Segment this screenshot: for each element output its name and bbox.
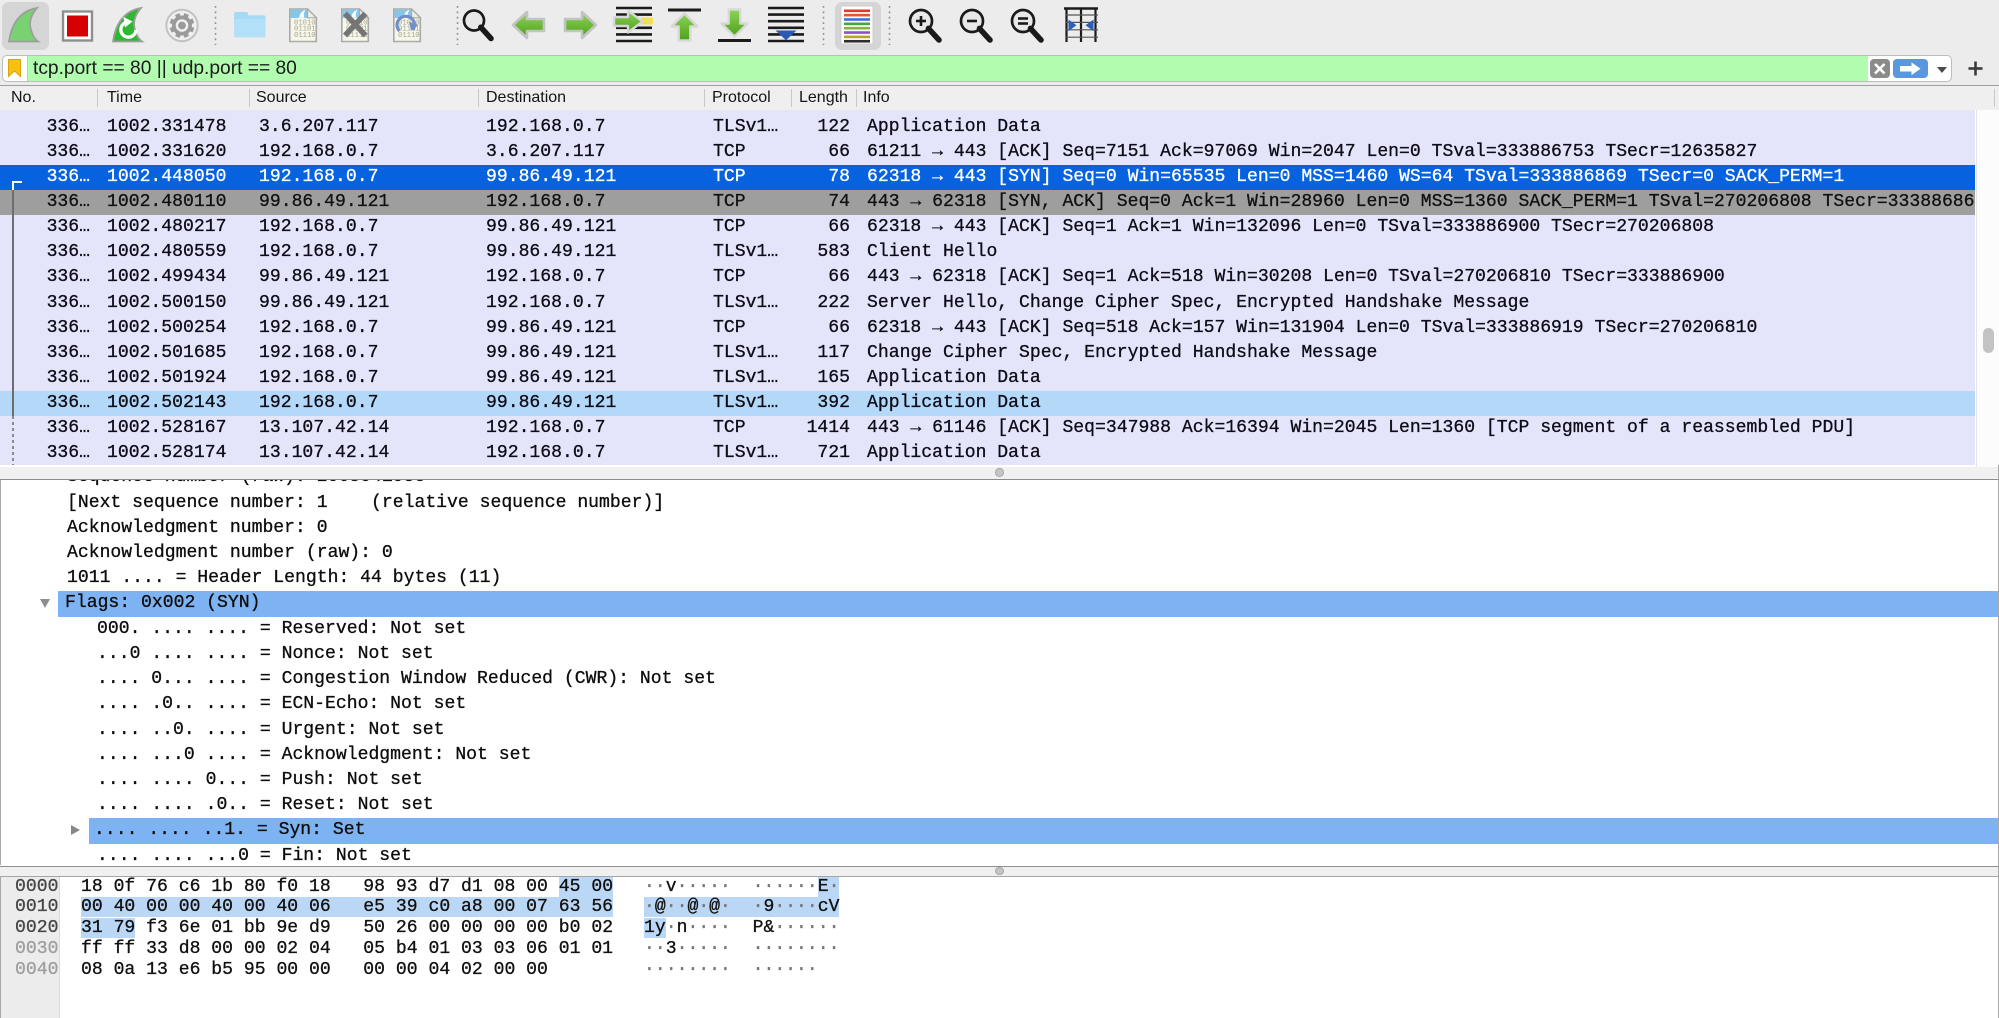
svg-text:01110: 01110: [398, 32, 420, 40]
svg-text:01110: 01110: [294, 32, 316, 40]
